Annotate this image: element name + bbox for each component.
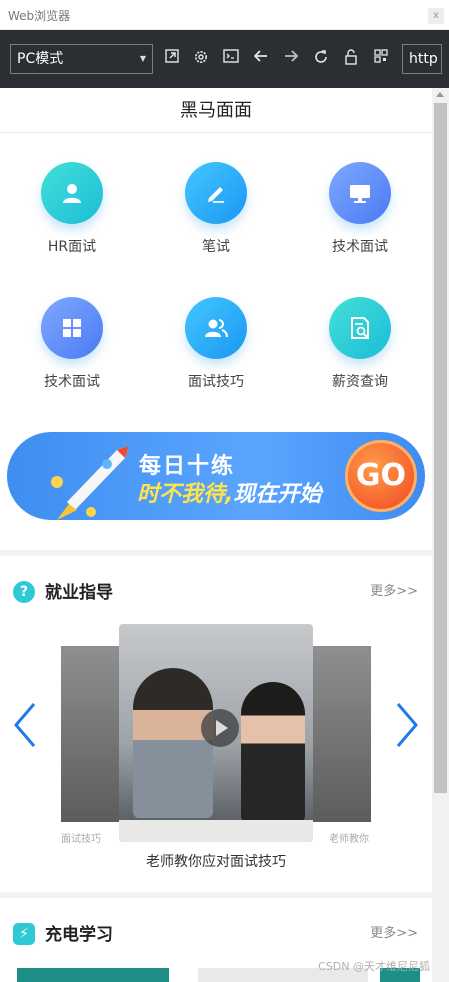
video-carousel: 面试技巧 老师教你应对面试技巧 老师教你 [0, 624, 432, 874]
back-arrow-icon[interactable] [252, 49, 270, 67]
page-scrollbar[interactable] [432, 88, 449, 982]
chevron-left-icon[interactable] [10, 700, 40, 750]
open-external-icon[interactable] [163, 49, 181, 67]
question-mark-icon: ? [13, 581, 35, 603]
forward-arrow-icon[interactable] [282, 49, 300, 67]
refresh-icon[interactable] [312, 49, 330, 67]
category-label: 技术面试 [332, 239, 388, 255]
terminal-icon[interactable] [222, 49, 240, 67]
more-link[interactable]: 更多>> [370, 580, 418, 599]
banner-subtitle-highlight: 时不我待, [137, 482, 234, 507]
daily-practice-banner[interactable]: 每日十练 时不我待,现在开始 GO [7, 432, 425, 520]
scroll-up-icon[interactable] [436, 92, 444, 97]
video-thumbnail-table [119, 820, 313, 842]
carousel-slide-next[interactable] [313, 646, 371, 822]
go-button[interactable]: GO [345, 440, 417, 512]
page-viewport: 黑马面面 HR面试 笔试 技术面试 技术面试 面试技巧 薪资查询 每日十练 时不… [0, 88, 432, 982]
category-salary-query[interactable]: 薪资查询 [310, 297, 410, 391]
grid-blocks-icon [41, 297, 103, 359]
browser-toolbar: PC模式 ▼ http [0, 30, 449, 88]
mode-select-value: PC模式 [17, 51, 64, 67]
chevron-down-icon: ▼ [139, 54, 146, 63]
more-link[interactable]: 更多>> [370, 922, 418, 941]
slide-caption-active: 老师教你应对面试技巧 [146, 854, 286, 870]
category-tech-interview[interactable]: 技术面试 [310, 162, 410, 256]
section-divider [0, 892, 432, 898]
lock-icon[interactable] [342, 49, 360, 67]
carousel-slide-active[interactable] [119, 624, 313, 842]
category-grid: HR面试 笔试 技术面试 技术面试 面试技巧 薪资查询 [0, 133, 432, 429]
user-icon [41, 162, 103, 224]
window-titlebar: Web浏览器 x [0, 0, 449, 30]
category-tech-interview-2[interactable]: 技术面试 [22, 297, 122, 391]
rocket-icon [51, 446, 129, 520]
category-label: 薪资查询 [332, 374, 388, 390]
mode-select[interactable]: PC模式 ▼ [10, 44, 153, 74]
category-label: 技术面试 [44, 374, 100, 390]
settings-gear-icon[interactable] [192, 49, 210, 67]
window-title: Web浏览器 [8, 9, 71, 23]
pencil-icon [185, 162, 247, 224]
section-heading: 充电学习 [45, 925, 113, 945]
slide-caption-prev: 面试技巧 [61, 834, 101, 845]
banner-subtitle: 时不我待,现在开始 [137, 476, 321, 508]
qr-code-icon[interactable] [372, 49, 390, 67]
video-thumbnail-person [241, 682, 305, 822]
category-label: 笔试 [202, 239, 230, 255]
banner-subtitle-rest: 现在开始 [233, 482, 322, 507]
lightning-icon: ⚡ [13, 923, 35, 945]
video-thumbnail-person [133, 668, 213, 818]
chevron-right-icon[interactable] [392, 700, 422, 750]
study-section-header: ⚡ 充电学习 更多>> [0, 918, 432, 948]
document-search-icon [329, 297, 391, 359]
category-label: 面试技巧 [188, 374, 244, 390]
slide-caption-next: 老师教你 [329, 834, 369, 845]
carousel-slide-prev[interactable] [61, 646, 119, 822]
scrollbar-thumb[interactable] [434, 103, 447, 793]
career-guidance-header: ? 就业指导 更多>> [0, 576, 432, 606]
watermark-text: CSDN @天才维尼尼狐 [318, 960, 430, 973]
category-hr-interview[interactable]: HR面试 [22, 162, 122, 256]
page-title: 黑马面面 [0, 88, 432, 133]
category-label: HR面试 [47, 239, 97, 255]
category-written-test[interactable]: 笔试 [166, 162, 266, 256]
close-icon[interactable]: x [428, 8, 444, 24]
section-divider [0, 550, 432, 556]
monitor-icon [329, 162, 391, 224]
category-interview-tips[interactable]: 面试技巧 [166, 297, 266, 391]
section-heading: 就业指导 [45, 583, 113, 603]
study-card[interactable] [17, 968, 169, 982]
url-input[interactable]: http [402, 44, 442, 74]
play-icon[interactable] [201, 709, 239, 747]
users-icon [185, 297, 247, 359]
